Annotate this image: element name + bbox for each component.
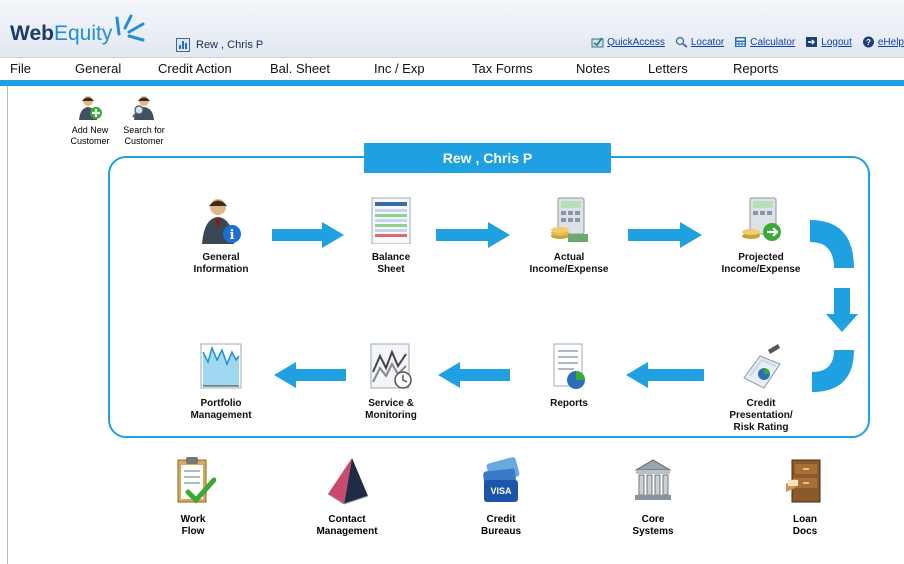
flow-arrow-left-1 bbox=[274, 362, 346, 388]
search-person-icon bbox=[132, 96, 154, 120]
file-cabinet-icon bbox=[786, 459, 821, 503]
svg-text:?: ? bbox=[866, 38, 871, 47]
customer-chart-icon bbox=[176, 38, 190, 52]
magnifier-icon bbox=[675, 36, 688, 48]
calculator-coins-icon bbox=[551, 197, 588, 242]
menu-file[interactable]: File bbox=[10, 61, 31, 76]
flow-arrow-left-3 bbox=[626, 362, 704, 388]
menu-tax-forms[interactable]: Tax Forms bbox=[472, 61, 533, 76]
calculator-forward-icon bbox=[742, 197, 781, 241]
svg-text:VISA: VISA bbox=[490, 486, 512, 496]
menu-general[interactable]: General bbox=[75, 61, 121, 76]
add-new-customer-button[interactable]: Add New Customer bbox=[64, 94, 116, 147]
flow-arrow-down bbox=[826, 288, 858, 332]
projected-income-expense-node[interactable]: Projected Income/Expense bbox=[706, 196, 816, 276]
credit-bureaus-button[interactable]: VISA Credit Bureaus bbox=[446, 456, 556, 538]
help-icon: ? bbox=[862, 36, 874, 48]
person-info-icon: i bbox=[202, 199, 241, 244]
general-information-node[interactable]: i General Information bbox=[166, 196, 276, 276]
contact-pyramid-icon bbox=[327, 458, 369, 505]
main-menu-bar: File General Credit Action Bal. Sheet In… bbox=[0, 58, 904, 80]
add-person-icon bbox=[79, 96, 102, 120]
menu-reports[interactable]: Reports bbox=[733, 61, 779, 76]
logout-link[interactable]: Logout bbox=[805, 36, 852, 48]
flow-arrow-right-3 bbox=[628, 222, 702, 248]
contact-management-button[interactable]: Contact Management bbox=[292, 456, 402, 538]
current-customer-name: Rew , Chris P bbox=[196, 39, 264, 51]
panel-title: Rew , Chris P bbox=[364, 143, 611, 173]
credit-presentation-node[interactable]: Credit Presentation/ Risk Rating bbox=[706, 342, 816, 434]
report-pie-icon bbox=[553, 343, 585, 389]
portfolio-chart-icon bbox=[200, 343, 242, 389]
monitoring-chart-clock-icon bbox=[370, 343, 412, 389]
flow-arrow-right-1 bbox=[272, 222, 344, 248]
balance-sheet-node[interactable]: Balance Sheet bbox=[336, 196, 446, 276]
menu-inc-exp[interactable]: Inc / Exp bbox=[374, 61, 425, 76]
current-customer[interactable]: Rew , Chris P bbox=[176, 38, 263, 52]
flow-arrow-left-2 bbox=[438, 362, 510, 388]
spreadsheet-icon bbox=[371, 197, 411, 245]
top-links: QuickAccess Locator Calculator Logout ? … bbox=[591, 36, 904, 48]
quickaccess-link[interactable]: QuickAccess bbox=[591, 36, 665, 48]
calculator-link[interactable]: Calculator bbox=[734, 36, 795, 48]
calculator-icon bbox=[735, 37, 747, 47]
app-header: WebEquity Rew , Chris P QuickAccess Loca… bbox=[0, 0, 904, 58]
webequity-logo[interactable]: WebEquity bbox=[10, 22, 112, 46]
locator-link[interactable]: Locator bbox=[675, 36, 724, 48]
core-systems-button[interactable]: Core Systems bbox=[598, 456, 708, 538]
reports-node[interactable]: Reports bbox=[514, 342, 624, 410]
svg-text:i: i bbox=[230, 228, 235, 243]
left-border bbox=[7, 86, 8, 564]
service-monitoring-node[interactable]: Service & Monitoring bbox=[336, 342, 446, 422]
bank-building-icon bbox=[634, 459, 672, 500]
flow-curve-down bbox=[810, 220, 854, 268]
menu-credit-action[interactable]: Credit Action bbox=[158, 61, 232, 76]
ehelp-link[interactable]: ? eHelp bbox=[862, 36, 904, 48]
logo-burst-icon bbox=[115, 14, 145, 42]
portfolio-management-node[interactable]: Portfolio Management bbox=[166, 342, 276, 422]
flow-curve-left bbox=[812, 350, 854, 392]
loan-docs-button[interactable]: Loan Docs bbox=[750, 456, 860, 538]
menu-letters[interactable]: Letters bbox=[648, 61, 688, 76]
actual-income-expense-node[interactable]: Actual Income/Expense bbox=[514, 196, 624, 276]
menu-notes[interactable]: Notes bbox=[576, 61, 610, 76]
logout-icon bbox=[806, 37, 818, 47]
logo-text-bold: Web bbox=[10, 22, 54, 45]
flow-arrow-right-2 bbox=[436, 222, 510, 248]
clipboard-check-icon bbox=[177, 457, 217, 504]
logo-text-light: Equity bbox=[53, 22, 113, 45]
presentation-folder-icon bbox=[743, 344, 781, 389]
menu-bal-sheet[interactable]: Bal. Sheet bbox=[270, 61, 330, 76]
accent-bar bbox=[0, 80, 904, 86]
work-flow-button[interactable]: Work Flow bbox=[138, 456, 248, 538]
credit-cards-icon: VISA bbox=[483, 457, 520, 502]
quickaccess-icon bbox=[591, 37, 604, 48]
search-customer-button[interactable]: Search for Customer bbox=[118, 94, 170, 147]
